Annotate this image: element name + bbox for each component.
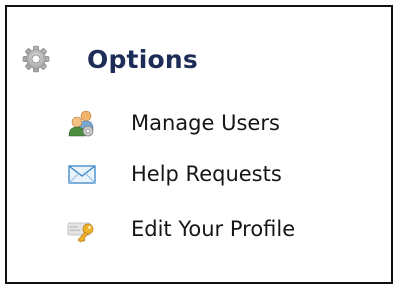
menu-item-help-requests[interactable]: Help Requests bbox=[67, 146, 295, 201]
options-menu: Manage Users Help Requests Edit Your Pro… bbox=[67, 100, 295, 256]
envelope-icon bbox=[67, 159, 97, 189]
options-title: Options bbox=[87, 44, 198, 74]
menu-item-label: Help Requests bbox=[131, 161, 282, 186]
options-panel: Options Manage Users Help Requests Edit … bbox=[5, 5, 393, 284]
users-icon bbox=[67, 108, 97, 138]
menu-item-manage-users[interactable]: Manage Users bbox=[67, 100, 295, 146]
key-icon bbox=[67, 214, 97, 244]
gear-icon bbox=[21, 44, 51, 74]
menu-item-label: Edit Your Profile bbox=[131, 216, 296, 241]
menu-item-label: Manage Users bbox=[131, 111, 280, 135]
options-header: Options bbox=[21, 39, 198, 79]
menu-item-edit-profile[interactable]: Edit Your Profile bbox=[67, 201, 295, 256]
